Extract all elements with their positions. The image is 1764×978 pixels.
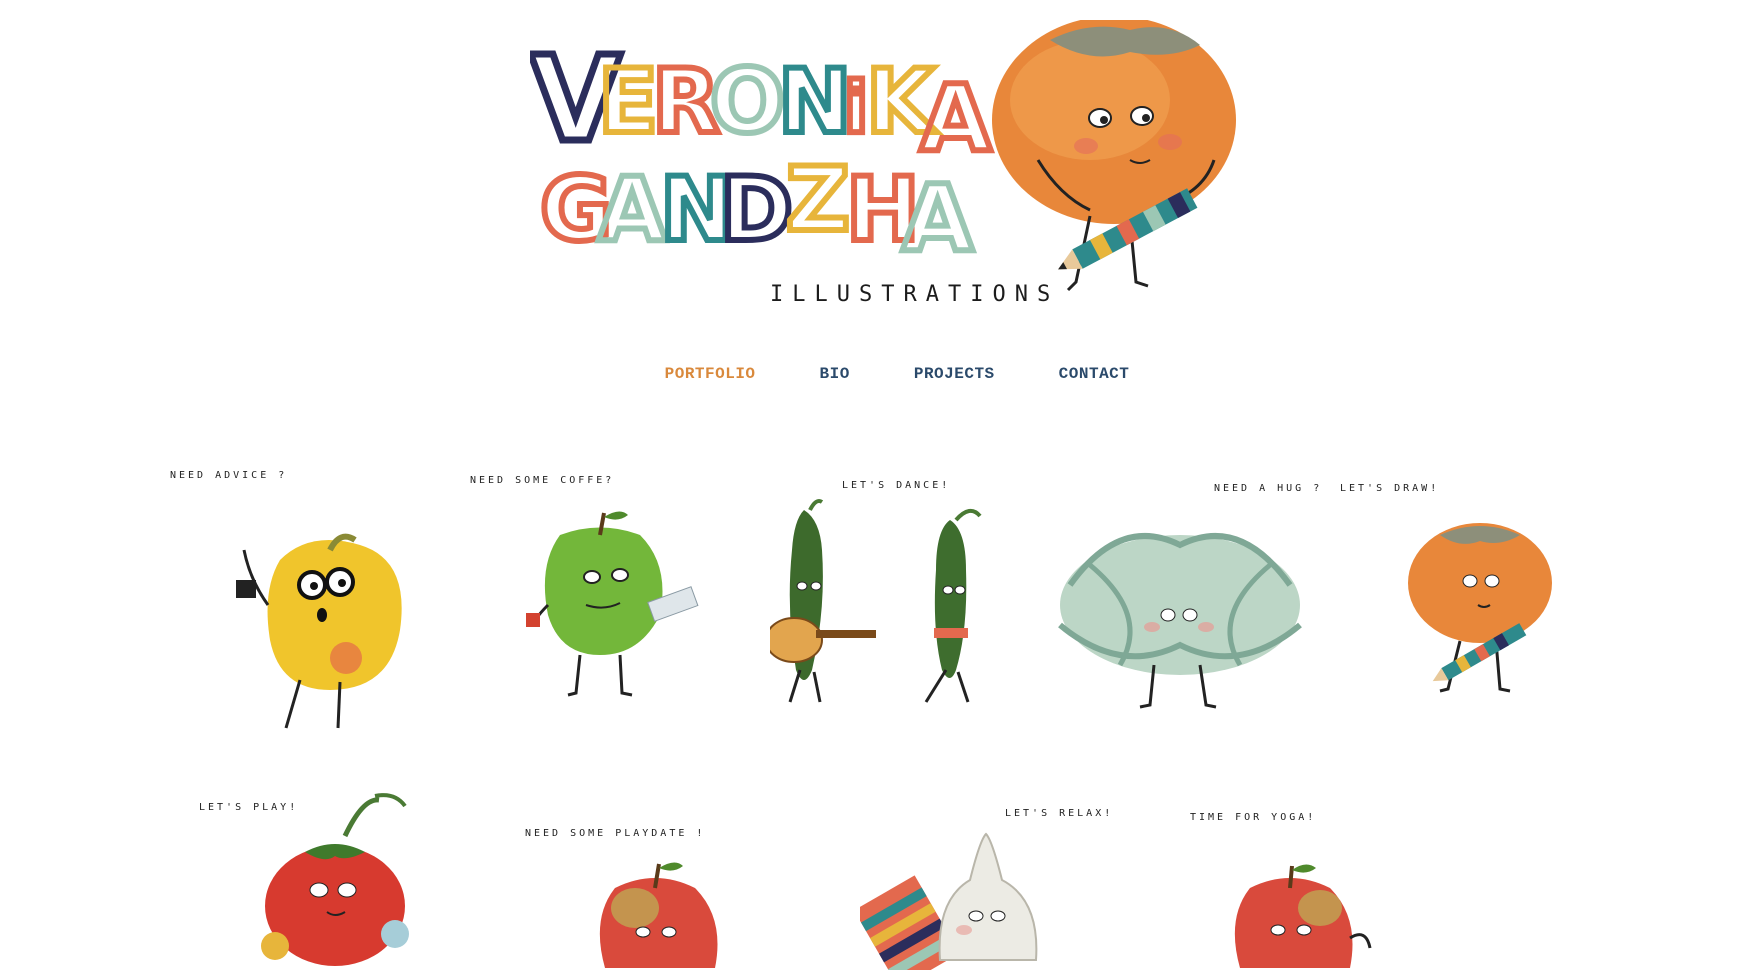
gallery-item-coffee[interactable]: NEED SOME COFFE? [470,475,730,725]
gallery-item-need-advice[interactable]: NEED ADVICE ? [170,470,440,729]
logo-letter: A [902,165,973,272]
logo-letter: D [720,158,793,261]
logo-letter: Z [786,148,850,251]
gallery-item-yoga[interactable]: TIME FOR YOGA! [1170,812,1410,968]
yoga-apple-icon [1234,864,1372,968]
logo-letter: A [598,158,666,261]
main-navigation: PORTFOLIO BIO PROJECTS CONTACT [0,365,1764,383]
gallery-item-draw[interactable]: LET'S DRAW! [1340,480,1570,730]
nav-bio[interactable]: BIO [820,365,850,383]
tomato-icon [261,793,409,966]
nav-portfolio[interactable]: PORTFOLIO [665,365,756,383]
gallery-caption: LET'S RELAX! [1005,808,1114,819]
logo-tagline: ILLUSTRATIONS [770,282,1060,307]
logo-letter: i [844,67,868,149]
yellow-pepper-icon [236,533,402,729]
logo-letter: O [710,50,785,153]
nav-contact[interactable]: CONTACT [1059,365,1130,383]
site-logo[interactable]: V E R O N i K A G A N D Z H A ILLUSTRATI… [530,20,1250,320]
gallery-item-play[interactable]: LET'S PLAY! [195,790,455,966]
persimmon-mascot-icon [992,20,1236,292]
logo-wordmark: V E R O N i K A G A N D Z H A [530,20,1236,292]
logo-letter: E [598,50,658,153]
nav-projects[interactable]: PROJECTS [914,365,995,383]
jalapeno-pair-icon [770,499,982,703]
gallery-item-relax[interactable]: LET'S RELAX! [860,808,1110,970]
gallery-caption: NEED A HUG ? [1214,483,1323,494]
logo-letter: A [920,65,991,172]
gallery-caption: NEED ADVICE ? [170,470,288,481]
gallery-caption: LET'S DRAW! [1340,483,1440,494]
gallery-item-hug[interactable]: NEED A HUG ? [1030,480,1320,730]
garlic-icon [860,832,1038,970]
gallery-caption: NEED SOME COFFE? [470,475,615,486]
red-apple-icon [599,862,718,968]
gallery-caption: TIME FOR YOGA! [1190,812,1317,823]
gallery-item-playdate[interactable]: NEED SOME PLAYDATE ! [525,818,785,968]
persimmon-icon [1408,523,1552,693]
gallery-item-dance[interactable]: LET'S DANCE! [770,480,1030,730]
green-apple-icon [526,511,699,697]
logo-letter: N [778,50,852,153]
air-plant-icon [1058,533,1302,709]
